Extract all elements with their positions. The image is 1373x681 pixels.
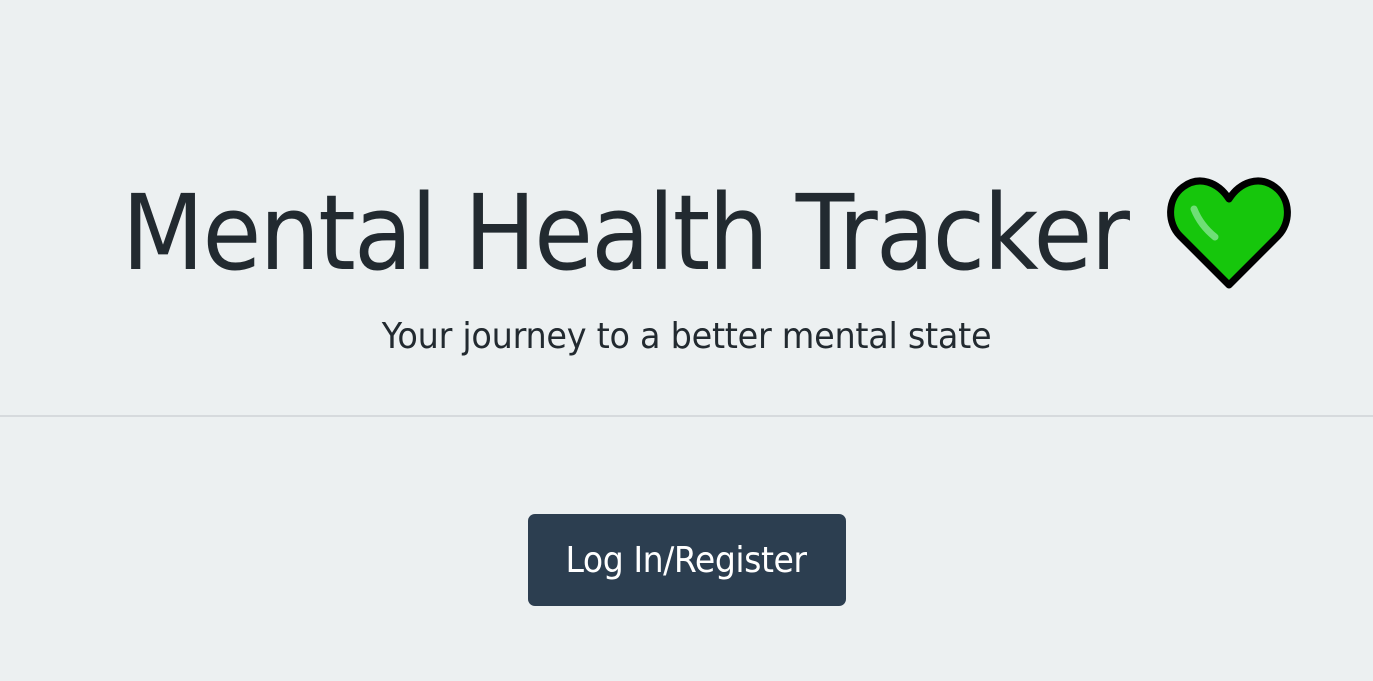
login-register-button-label: Log In/Register [565, 539, 808, 581]
actions-section: Log In/Register [0, 514, 1373, 606]
page-title: Mental Health Tracker [121, 172, 1129, 294]
green-heart-icon [1167, 177, 1292, 289]
hero-section: Mental Health Tracker Your journey to a … [0, 0, 1373, 415]
page-subtitle: Your journey to a better mental state [381, 316, 992, 357]
login-register-button[interactable]: Log In/Register [527, 514, 846, 606]
section-divider [0, 415, 1373, 417]
title-row: Mental Health Tracker [0, 168, 1373, 298]
